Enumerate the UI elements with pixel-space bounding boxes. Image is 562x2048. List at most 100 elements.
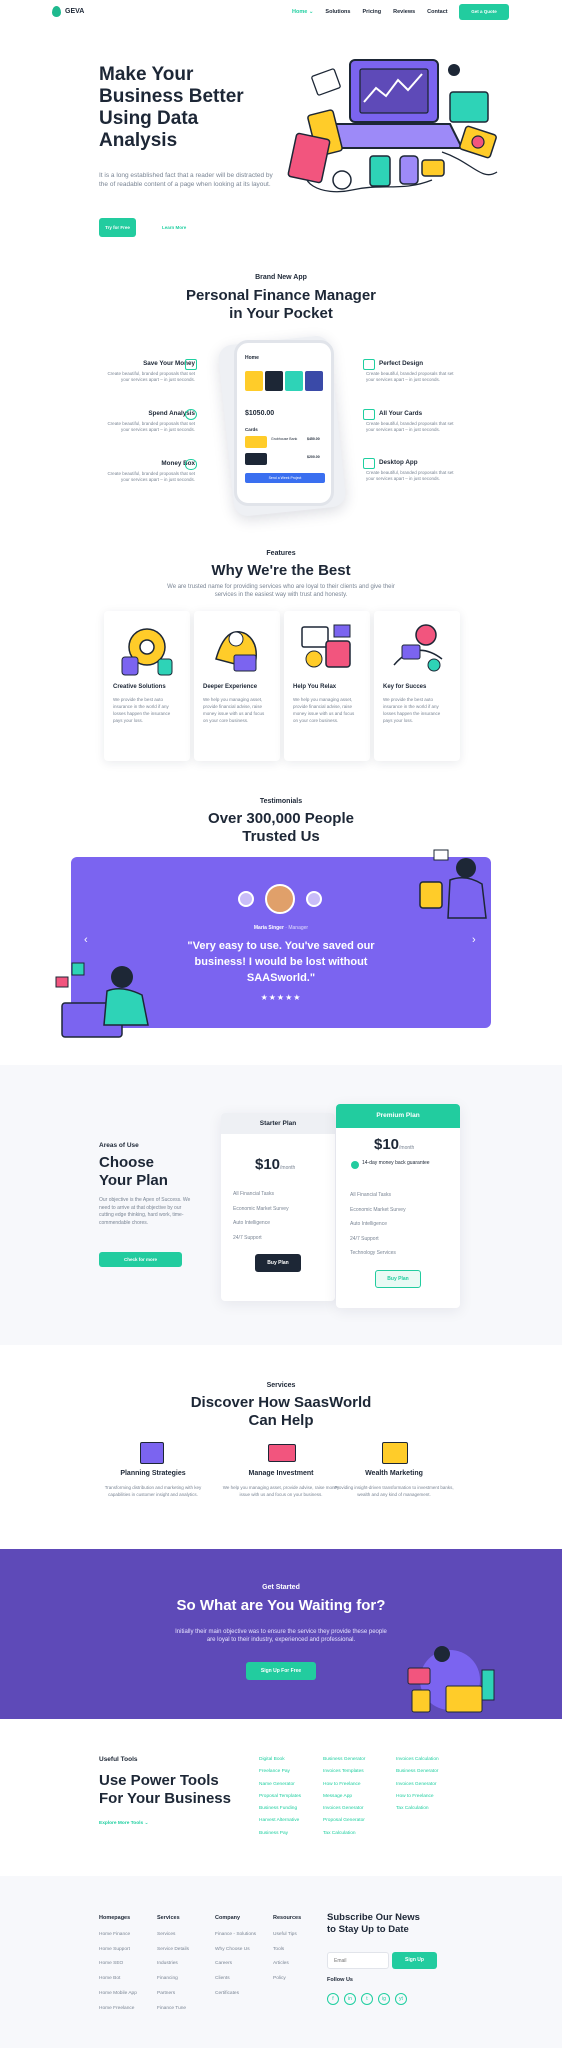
avatar-active[interactable]	[265, 884, 295, 914]
plan-feature: 24/7 Support	[233, 1234, 262, 1241]
phone-home-label: Home	[245, 355, 259, 361]
footer-link[interactable]: Services	[157, 1928, 189, 1943]
footer-link[interactable]: Certificates	[215, 1987, 256, 2002]
testimonial-illustration-left	[55, 962, 149, 1038]
avatar-right[interactable]	[306, 891, 322, 907]
tools-kicker: Useful Tools	[99, 1756, 138, 1763]
tool-link[interactable]: Invoices Generator	[396, 1779, 439, 1791]
footer-link[interactable]: Home Bot	[99, 1972, 137, 1987]
nav-item-solutions[interactable]: Solutions	[325, 9, 350, 15]
footer-link[interactable]: Home Mobile App	[99, 1987, 137, 2002]
phone-card-amount-2: $200.00	[307, 455, 320, 459]
feature-all-cards: All Your Cards Create beautiful, branded …	[366, 410, 454, 432]
follow-us-label: Follow Us	[327, 1977, 353, 1983]
try-free-button[interactable]: Try for Free	[99, 218, 136, 237]
chevron-down-icon: ⌄	[144, 1821, 149, 1826]
tool-link[interactable]: Business Generator	[323, 1754, 365, 1766]
tool-link[interactable]: Harvest Alternative	[259, 1815, 301, 1827]
explore-tools-link[interactable]: Explore More Tools ⌄	[99, 1821, 149, 1826]
tool-link[interactable]: Business Funding	[259, 1803, 301, 1815]
footer-link[interactable]: Policy	[273, 1972, 301, 1987]
footer-link[interactable]: Home Support	[99, 1943, 137, 1958]
footer-link[interactable]: Home Freelance	[99, 2002, 137, 2017]
footer-link[interactable]: Articles	[273, 1957, 301, 1972]
footer-col-company: Company Finance - Solutions Why Choose U…	[215, 1911, 256, 2002]
prev-arrow-icon[interactable]: ‹	[84, 934, 88, 946]
footer-link[interactable]: Tools	[273, 1943, 301, 1958]
tool-link[interactable]: Name Generator	[259, 1779, 301, 1791]
footer-link[interactable]: Clients	[215, 1972, 256, 1987]
footer-link[interactable]: Home SEO	[99, 1957, 137, 1972]
email-input[interactable]	[327, 1952, 389, 1969]
footer-link[interactable]: Finance Tune	[157, 2002, 189, 2017]
service-title: Wealth Marketing	[365, 1470, 423, 1477]
starter-plan-card: Starter Plan $10/month All Financial Tas…	[221, 1113, 335, 1301]
footer-link[interactable]: Partners	[157, 1987, 189, 2002]
tool-link[interactable]: Proposal Templates	[259, 1791, 301, 1803]
tool-link[interactable]: Message App	[323, 1791, 365, 1803]
app-title: Personal Finance Manager in Your Pocket	[185, 287, 377, 322]
instagram-icon[interactable]: ig	[378, 1993, 390, 2005]
footer-link[interactable]: Why Choose Us	[215, 1943, 256, 1958]
phone-cards-label: Cards	[245, 427, 258, 432]
get-quote-button[interactable]: Get a Quote	[459, 4, 509, 20]
tools-column-2: Business Generator Invoices Templates Ho…	[323, 1754, 365, 1840]
facebook-icon[interactable]: f	[327, 1993, 339, 2005]
footer-link[interactable]: Service Details	[157, 1943, 189, 1958]
footer-link[interactable]: Finance - Solutions	[215, 1928, 256, 1943]
chart-pie-icon	[185, 409, 197, 420]
pricing-title: Choose Your Plan	[99, 1154, 168, 1189]
tool-link[interactable]: Invoices Templates	[323, 1766, 365, 1778]
feature-card-creative: Creative Solutions We provide the best a…	[104, 611, 190, 761]
tool-link[interactable]: How to Freelance	[396, 1791, 439, 1803]
tool-link[interactable]: Invoices Generator	[323, 1803, 365, 1815]
plan-feature: All Financial Tasks	[233, 1191, 275, 1197]
tool-link[interactable]: Invoices Calculation	[396, 1754, 439, 1766]
tool-link[interactable]: Tax Calculation	[396, 1803, 439, 1815]
tool-link[interactable]: Digital Book	[259, 1754, 301, 1766]
plan-feature: Auto Intelligence	[350, 1221, 387, 1227]
hero-text: It is a long established fact that a rea…	[99, 172, 273, 188]
nav-item-reviews[interactable]: Reviews	[393, 9, 415, 15]
tool-link[interactable]: How to Freelance	[323, 1779, 365, 1791]
testimonials-kicker: Testimonials	[259, 798, 303, 805]
card-text: We help you managing asset, provide fina…	[203, 697, 265, 723]
nav-item-home[interactable]: Home ⌄	[292, 9, 313, 15]
tool-link[interactable]: Tax Calculation	[323, 1828, 365, 1840]
footer-link[interactable]: Careers	[215, 1957, 256, 1972]
phone-thumb-3	[285, 371, 303, 391]
feature-card-relax: Help You Relax We help you managing asse…	[284, 611, 370, 761]
signup-free-button[interactable]: Sign Up For Free	[246, 1662, 316, 1680]
twitter-icon[interactable]: t	[361, 1993, 373, 2005]
footer-link[interactable]: Financing	[157, 1972, 189, 1987]
phone-amount: $1050.00	[245, 410, 275, 417]
footer-link[interactable]: Useful Tips	[273, 1928, 301, 1943]
service-text: Transforming distribution and marketing …	[104, 1485, 202, 1497]
nav-item-contact[interactable]: Contact	[427, 9, 447, 15]
next-arrow-icon[interactable]: ›	[472, 934, 476, 946]
tool-link[interactable]: Proposal Generator	[323, 1815, 365, 1827]
newsletter-signup-button[interactable]: Sign Up	[392, 1952, 437, 1969]
footer-link[interactable]: Home Finance	[99, 1928, 137, 1943]
youtube-icon[interactable]: yt	[395, 1993, 407, 2005]
linkedin-icon[interactable]: in	[344, 1993, 356, 2005]
nav-item-pricing[interactable]: Pricing	[362, 9, 381, 15]
check-more-button[interactable]: Check for more	[99, 1252, 182, 1267]
phone-thumb-1	[245, 371, 263, 391]
footer-link[interactable]: Industries	[157, 1957, 189, 1972]
starter-buy-button[interactable]: Buy Plan	[255, 1254, 301, 1272]
brand-logo[interactable]: GEVA	[52, 6, 84, 17]
avatar-left[interactable]	[238, 891, 254, 907]
learn-more-link[interactable]: Learn More	[162, 225, 186, 230]
creative-illustration	[121, 628, 173, 676]
tool-link[interactable]: Business Pay	[259, 1828, 301, 1840]
tool-link[interactable]: Business Generator	[396, 1766, 439, 1778]
footer-col-services: Services Services Service Details Indust…	[157, 1911, 189, 2017]
tool-link[interactable]: Freelance Pay	[259, 1766, 301, 1778]
service-title: Planning Strategies	[120, 1470, 186, 1477]
deeper-illustration	[215, 631, 257, 672]
testimonial-illustration-right	[419, 849, 487, 919]
premium-buy-button[interactable]: Buy Plan	[375, 1270, 421, 1288]
hero-title: Make Your Business Better Using Data Analys…	[99, 64, 244, 151]
phone-card-chip	[245, 436, 267, 448]
